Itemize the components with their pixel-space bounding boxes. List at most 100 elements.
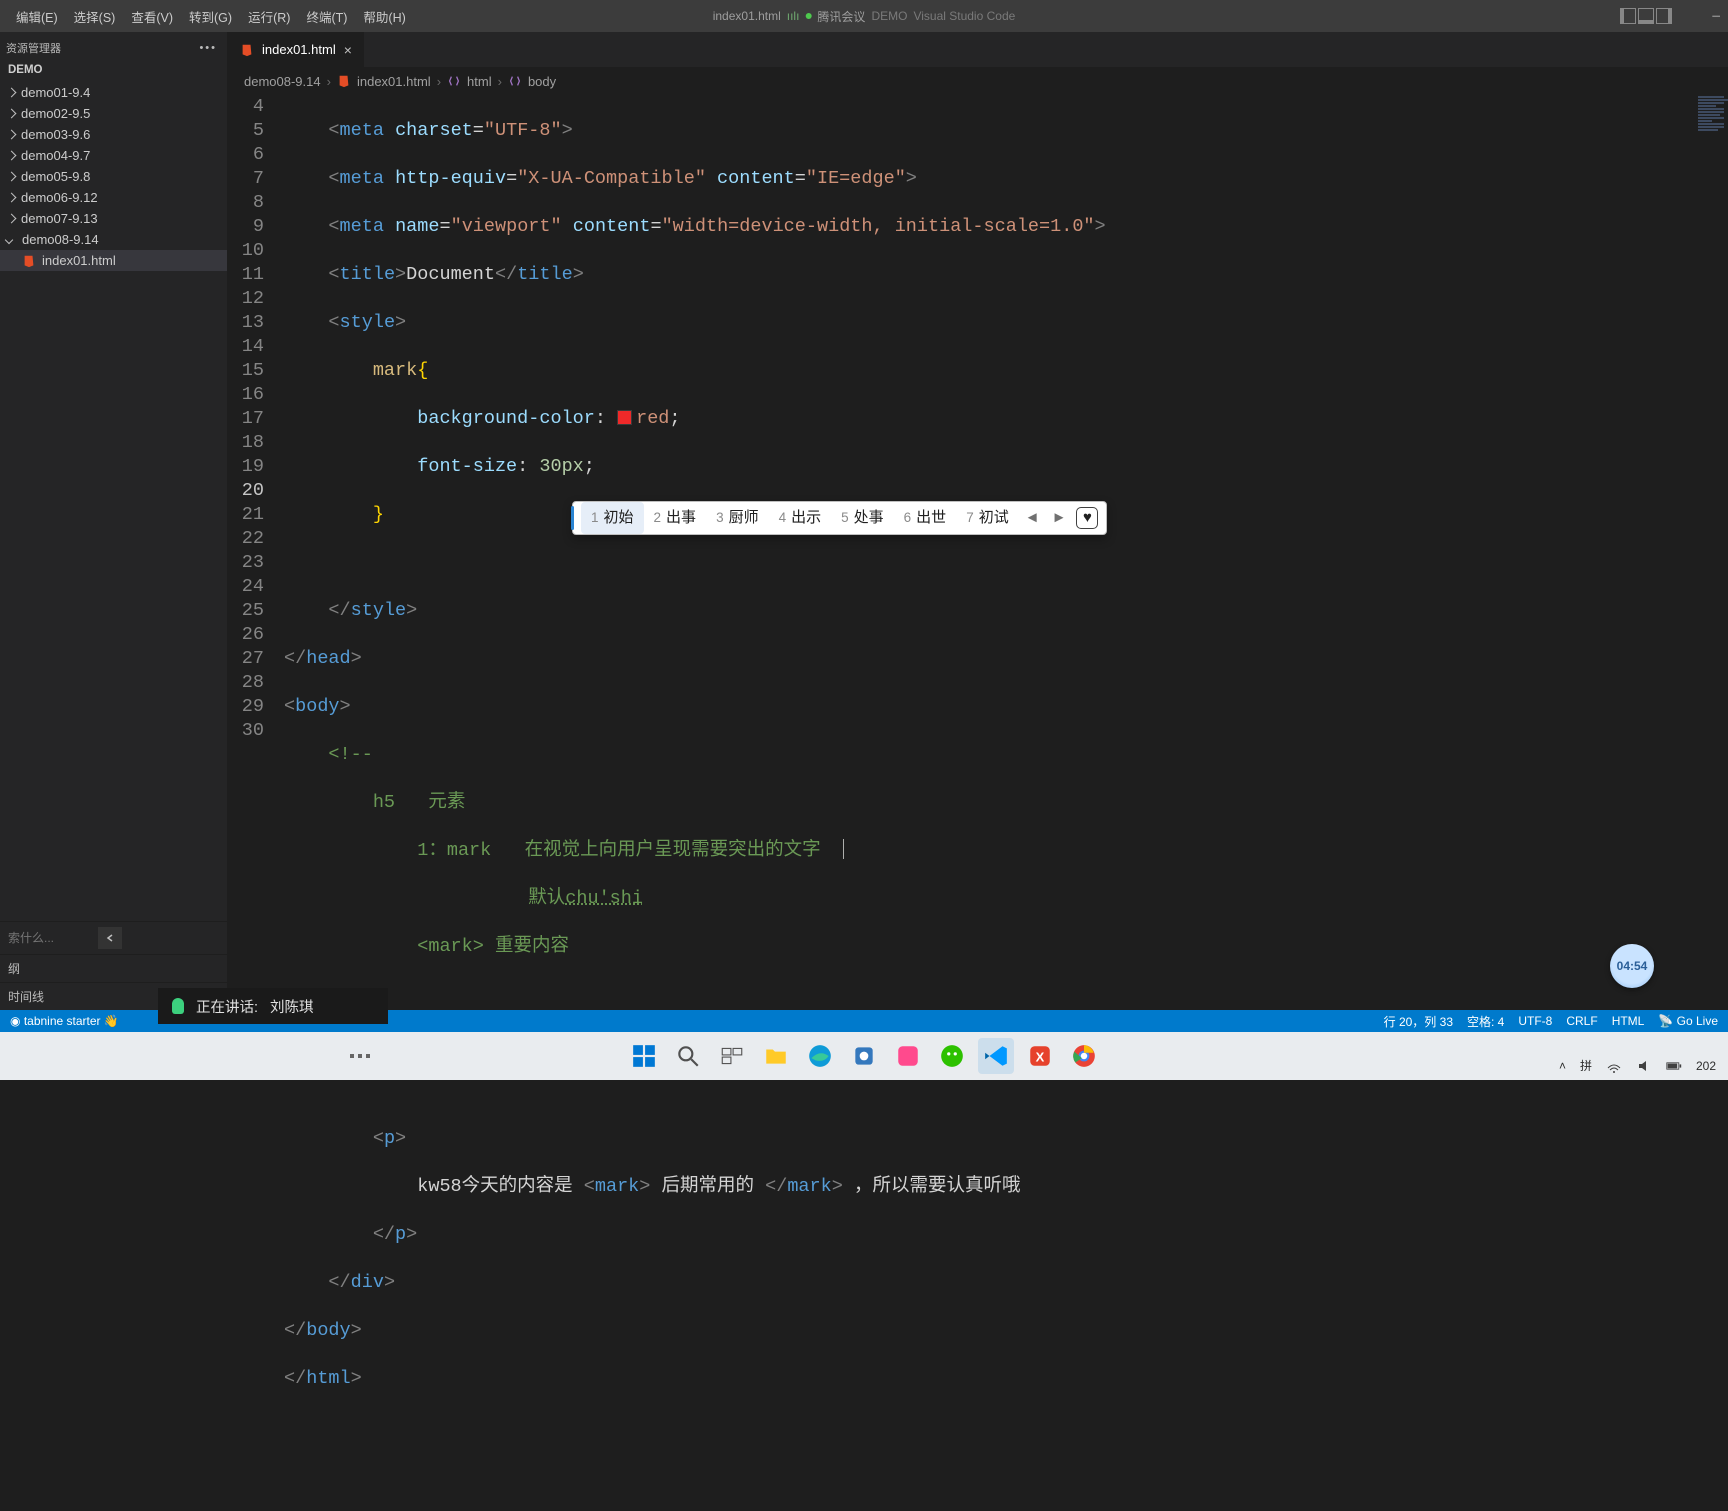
ime-candidate-1[interactable]: 1初始	[581, 502, 644, 534]
breadcrumb-body[interactable]: body	[528, 74, 556, 89]
ime-prev-icon[interactable]: ◄	[1019, 506, 1046, 530]
signal-icon: ıılı	[787, 9, 800, 23]
title-filename: index01.html	[713, 9, 781, 23]
collapse-icon[interactable]	[98, 927, 122, 949]
menu-select[interactable]: 选择(S)	[66, 3, 124, 30]
folder-demo08[interactable]: demo08-9.14	[0, 229, 227, 250]
folder-demo04[interactable]: demo04-9.7	[0, 145, 227, 166]
voice-label: 正在讲话:	[196, 996, 258, 1017]
menu-view[interactable]: 查看(V)	[123, 3, 181, 30]
breadcrumb[interactable]: demo08-9.14› index01.html› html› body	[228, 67, 1728, 95]
voice-speaker: 刘陈琪	[270, 996, 314, 1017]
app-pink-icon[interactable]	[890, 1038, 926, 1074]
volume-icon[interactable]	[1636, 1058, 1652, 1074]
minimap[interactable]	[1696, 95, 1728, 1010]
breadcrumb-file[interactable]: index01.html	[357, 74, 431, 89]
code-content[interactable]: <meta charset="UTF-8"> <meta http-equiv=…	[284, 95, 1728, 1010]
vscode-icon[interactable]	[978, 1038, 1014, 1074]
project-name[interactable]: DEMO	[0, 60, 227, 80]
folder-demo01[interactable]: demo01-9.4	[0, 82, 227, 103]
ime-candidate-2[interactable]: 2出事	[644, 502, 707, 534]
search-row[interactable]	[0, 921, 227, 954]
chrome-icon[interactable]	[1066, 1038, 1102, 1074]
folder-demo02[interactable]: demo02-9.5	[0, 103, 227, 124]
menu-terminal[interactable]: 终端(T)	[298, 3, 355, 30]
file-tree: demo01-9.4 demo02-9.5 demo03-9.6 demo04-…	[0, 80, 227, 271]
editor-area: index01.html × demo08-9.14› index01.html…	[228, 32, 1728, 1010]
mic-icon	[172, 998, 184, 1014]
explorer-title: 资源管理器	[6, 40, 61, 56]
encoding-indicator[interactable]: UTF-8	[1518, 1014, 1552, 1028]
menu-edit[interactable]: 编辑(E)	[8, 3, 66, 30]
explorer-icon[interactable]	[758, 1038, 794, 1074]
settings-icon[interactable]	[846, 1038, 882, 1074]
windows-taskbar: X ˄ 拼 202	[0, 1032, 1728, 1080]
battery-icon[interactable]	[1666, 1058, 1682, 1074]
ime-lang-icon[interactable]: 拼	[1580, 1057, 1592, 1074]
timer-badge[interactable]: 04:54	[1610, 944, 1654, 988]
code-editor[interactable]: 45678 910111213 1415161718 1920212223 24…	[228, 95, 1728, 1010]
color-swatch-icon	[617, 410, 632, 425]
taskbar-clock[interactable]: 202	[1696, 1059, 1716, 1073]
voice-indicator: 正在讲话: 刘陈琪	[158, 988, 388, 1024]
close-icon[interactable]: ×	[344, 42, 352, 58]
language-indicator[interactable]: HTML	[1612, 1014, 1645, 1028]
ime-indicator	[571, 506, 574, 530]
folder-demo06[interactable]: demo06-9.12	[0, 187, 227, 208]
spaces-indicator[interactable]: 空格: 4	[1467, 1013, 1504, 1030]
wifi-icon[interactable]	[1606, 1058, 1622, 1074]
text-cursor	[843, 839, 844, 859]
line-gutter: 45678 910111213 1415161718 1920212223 24…	[228, 95, 284, 1010]
file-index01[interactable]: index01.html	[0, 250, 227, 271]
menu-goto[interactable]: 转到(G)	[181, 3, 240, 30]
svg-text:X: X	[1036, 1049, 1045, 1064]
task-view-icon[interactable]	[714, 1038, 750, 1074]
ime-candidate-3[interactable]: 3厨师	[706, 502, 769, 534]
outline-panel[interactable]: 纲	[0, 954, 227, 982]
layout-toggle-group	[1620, 8, 1672, 24]
ime-candidate-6[interactable]: 6出世	[894, 502, 957, 534]
statusbar-right: 行 20，列 33 空格: 4 UTF-8 CRLF HTML 📡 Go Liv…	[1384, 1013, 1718, 1030]
ime-candidate-bar[interactable]: 1初始 2出事 3厨师 4出示 5处事 6出世 7初试 ◄ ► ♥	[572, 501, 1107, 535]
menu-help[interactable]: 帮助(H)	[355, 3, 413, 30]
ime-candidate-7[interactable]: 7初试	[956, 502, 1019, 534]
taskbar-tray: ˄ 拼 202	[1559, 1057, 1716, 1074]
status-dot-icon	[805, 13, 811, 19]
breadcrumb-html[interactable]: html	[467, 74, 492, 89]
folder-demo03[interactable]: demo03-9.6	[0, 124, 227, 145]
brackets-icon	[447, 74, 461, 88]
folder-demo07[interactable]: demo07-9.13	[0, 208, 227, 229]
tray-chevron-icon[interactable]: ˄	[1559, 1059, 1566, 1073]
ime-candidate-4[interactable]: 4出示	[769, 502, 832, 534]
search-input[interactable]	[8, 931, 88, 945]
more-icon[interactable]: •••	[199, 42, 217, 54]
layout-right-icon[interactable]	[1656, 8, 1672, 24]
search-icon[interactable]	[670, 1038, 706, 1074]
ime-next-icon[interactable]: ►	[1046, 506, 1073, 530]
explorer-sidebar: 资源管理器 ••• DEMO demo01-9.4 demo02-9.5 dem…	[0, 32, 228, 1010]
start-button[interactable]	[626, 1038, 662, 1074]
brackets-icon	[508, 74, 522, 88]
tab-bar: index01.html ×	[228, 32, 1728, 67]
taskbar-overflow-icon[interactable]	[350, 1054, 370, 1058]
breadcrumb-folder[interactable]: demo08-9.14	[244, 74, 321, 89]
window-title: index01.html ıılı 腾讯会议 DEMO Visual Studi…	[713, 8, 1016, 25]
cursor-position[interactable]: 行 20，列 33	[1384, 1013, 1453, 1030]
layout-left-icon[interactable]	[1620, 8, 1636, 24]
menu-run[interactable]: 运行(R)	[240, 3, 298, 30]
html-file-icon	[337, 74, 351, 88]
edge-icon[interactable]	[802, 1038, 838, 1074]
layout-grid-icon[interactable]	[1694, 11, 1696, 21]
title-app: Visual Studio Code	[913, 9, 1015, 23]
wechat-icon[interactable]	[934, 1038, 970, 1074]
layout-bottom-icon[interactable]	[1638, 8, 1654, 24]
app-red-icon[interactable]: X	[1022, 1038, 1058, 1074]
tabnine-status[interactable]: ◉ tabnine starter 👋	[10, 1014, 119, 1028]
go-live-button[interactable]: 📡 Go Live	[1658, 1014, 1718, 1028]
eol-indicator[interactable]: CRLF	[1566, 1014, 1597, 1028]
ime-settings-icon[interactable]: ♥	[1076, 507, 1098, 529]
folder-demo05[interactable]: demo05-9.8	[0, 166, 227, 187]
minimize-icon[interactable]	[1710, 10, 1722, 22]
tab-index01[interactable]: index01.html ×	[228, 32, 365, 67]
ime-candidate-5[interactable]: 5处事	[831, 502, 894, 534]
